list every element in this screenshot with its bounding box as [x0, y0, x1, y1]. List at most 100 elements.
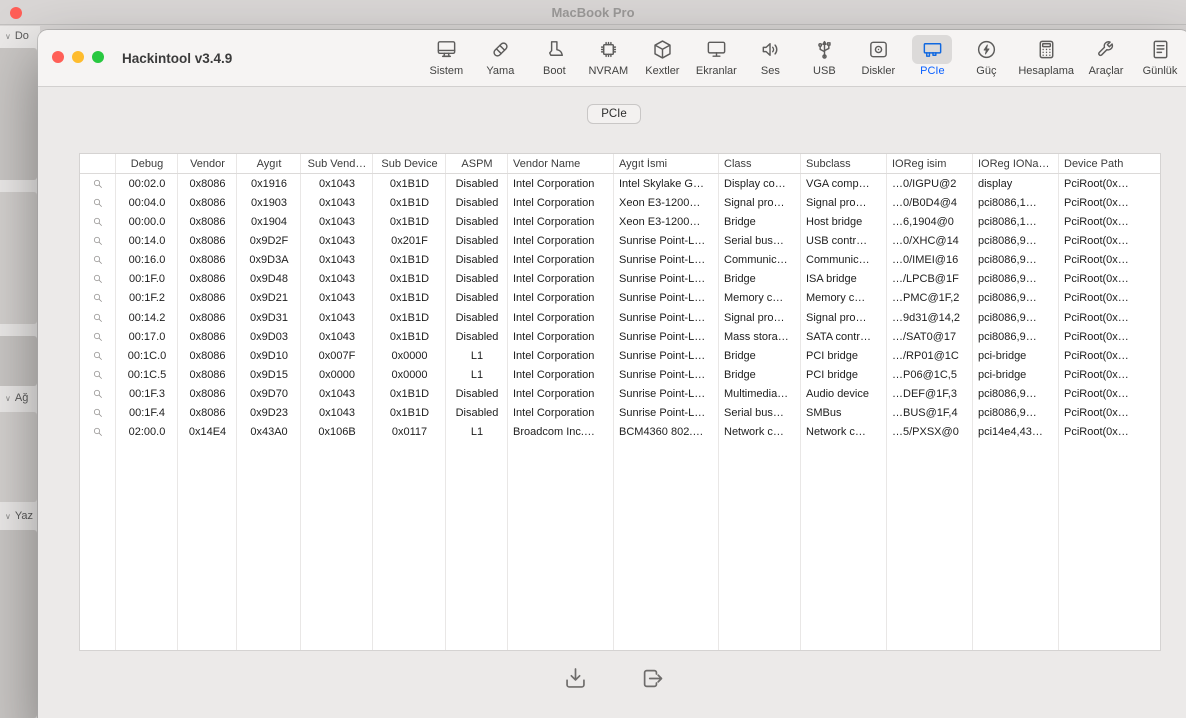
table-row[interactable]: 00:1F.40x80860x9D230x10430x1B1DDisabledI…	[80, 404, 1160, 423]
cell-vendor: 0x8086	[178, 407, 237, 419]
row-inspect-button[interactable]	[80, 216, 116, 228]
table-row[interactable]: 00:1F.00x80860x9D480x10430x1B1DDisabledI…	[80, 270, 1160, 289]
row-inspect-button[interactable]	[80, 312, 116, 324]
cell-vendor-name: Intel Corporation	[508, 388, 614, 400]
toolbar-item-diskler[interactable]: Diskler	[854, 35, 902, 77]
table-row[interactable]: 02:00.00x14E40x43A00x106B0x0117L1Broadco…	[80, 423, 1160, 442]
kexts-icon	[642, 35, 682, 64]
toolbar-item-boot[interactable]: Boot	[530, 35, 578, 77]
row-inspect-button[interactable]	[80, 235, 116, 247]
table-row[interactable]: 00:16.00x80860x9D3A0x10430x1B1DDisabledI…	[80, 251, 1160, 270]
toolbar-item-nvram[interactable]: NVRAM	[584, 35, 632, 77]
toolbar-item-usb[interactable]: USB	[800, 35, 848, 77]
column-header-vendor[interactable]: Vendor	[178, 158, 237, 170]
cell-vendor: 0x8086	[178, 235, 237, 247]
cell-sub-vend: 0x1043	[301, 178, 373, 190]
cell-aspm: Disabled	[446, 216, 508, 228]
export-button[interactable]	[639, 665, 666, 692]
column-header-subclass[interactable]: Subclass	[801, 158, 887, 170]
close-button[interactable]	[52, 51, 64, 63]
table-row[interactable]: 00:1C.50x80860x9D150x00000x0000L1Intel C…	[80, 365, 1160, 384]
row-inspect-button[interactable]	[80, 292, 116, 304]
toolbar-item-ekranlar[interactable]: Ekranlar	[692, 35, 740, 77]
background-close-button[interactable]	[10, 7, 22, 19]
table-row[interactable]: 00:14.00x80860x9D2F0x10430x201FDisabledI…	[80, 231, 1160, 250]
titlebar: Hackintool v3.4.9 SistemYamaBootNVRAMKex…	[38, 30, 1186, 87]
row-inspect-button[interactable]	[80, 407, 116, 419]
download-button[interactable]	[562, 665, 589, 692]
row-inspect-button[interactable]	[80, 350, 116, 362]
cell-vendor: 0x8086	[178, 254, 237, 266]
disclosure-chevron-icon: ∨	[5, 512, 11, 521]
cell-sub-device: 0x0117	[373, 426, 446, 438]
cell-subclass: SATA contr…	[801, 331, 887, 343]
thumbnail[interactable]	[0, 530, 37, 718]
table-row[interactable]: 00:17.00x80860x9D030x10430x1B1DDisabledI…	[80, 327, 1160, 346]
table-row[interactable]: 00:02.00x80860x19160x10430x1B1DDisabledI…	[80, 174, 1160, 193]
column-header-sub-device[interactable]: Sub Device	[373, 158, 446, 170]
cell-sub-device: 0x1B1D	[373, 273, 446, 285]
toolbar-item-label: Hesaplama	[1018, 65, 1074, 77]
sidebar-section[interactable]: ∨ Yaz	[5, 510, 33, 522]
row-inspect-button[interactable]	[80, 426, 116, 438]
toolbar-item-gunluk[interactable]: Günlük	[1136, 35, 1184, 77]
toolbar-item-ses[interactable]: Ses	[746, 35, 794, 77]
cell-aspm: Disabled	[446, 292, 508, 304]
toolbar-item-guc[interactable]: Güç	[962, 35, 1010, 77]
table-row[interactable]: 00:14.20x80860x9D310x10430x1B1DDisabledI…	[80, 308, 1160, 327]
thumbnail[interactable]	[0, 336, 37, 386]
cell-subclass: Audio device	[801, 388, 887, 400]
cell-ioreg-iona: pci8086,1…	[973, 197, 1059, 209]
toolbar-item-pcie[interactable]: PCIe	[908, 35, 956, 77]
cell-aspm: Disabled	[446, 388, 508, 400]
table-row[interactable]: 00:1F.30x80860x9D700x10430x1B1DDisabledI…	[80, 385, 1160, 404]
row-inspect-button[interactable]	[80, 178, 116, 190]
row-inspect-button[interactable]	[80, 388, 116, 400]
cell-subclass: PCI bridge	[801, 350, 887, 362]
column-header-ayg-t[interactable]: Aygıt	[237, 158, 301, 170]
table-row[interactable]: 00:1C.00x80860x9D100x007F0x0000L1Intel C…	[80, 346, 1160, 365]
column-header-aspm[interactable]: ASPM	[446, 158, 508, 170]
zoom-button[interactable]	[92, 51, 104, 63]
thumbnail[interactable]	[0, 412, 37, 502]
cell-debug: 00:1F.3	[116, 388, 178, 400]
cell-vendor-name: Intel Corporation	[508, 312, 614, 324]
traffic-lights	[52, 51, 104, 63]
minimize-button[interactable]	[72, 51, 84, 63]
background-window-title: MacBook Pro	[551, 5, 634, 20]
table-row[interactable]: 00:1F.20x80860x9D210x10430x1B1DDisabledI…	[80, 289, 1160, 308]
cell-vendor-name: Intel Corporation	[508, 292, 614, 304]
column-header-device-path[interactable]: Device Path	[1059, 158, 1160, 170]
cell-debug: 00:1C.0	[116, 350, 178, 362]
table-row[interactable]: 00:00.00x80860x19040x10430x1B1DDisabledI…	[80, 212, 1160, 231]
row-inspect-button[interactable]	[80, 254, 116, 266]
cell-device-path: PciRoot(0x…	[1059, 388, 1160, 400]
toolbar-item-yama[interactable]: Yama	[476, 35, 524, 77]
tab-pcie[interactable]: PCIe	[587, 104, 641, 124]
toolbar-item-sistem[interactable]: Sistem	[422, 35, 470, 77]
column-header-ioreg-isim[interactable]: IOReg isim	[887, 158, 973, 170]
cell-ioreg-isim: …BUS@1F,4	[887, 407, 973, 419]
toolbar-item-label: Araçlar	[1089, 65, 1124, 77]
column-header-sub-vend[interactable]: Sub Vend…	[301, 158, 373, 170]
row-inspect-button[interactable]	[80, 197, 116, 209]
toolbar-item-label: Ses	[761, 65, 780, 77]
cell-ioreg-isim: …5/PXSX@0	[887, 426, 973, 438]
toolbar-item-kextler[interactable]: Kextler	[638, 35, 686, 77]
toolbar-item-araclar[interactable]: Araçlar	[1082, 35, 1130, 77]
column-header-ioreg-iona[interactable]: IOReg IONa…	[973, 158, 1059, 170]
column-header-class[interactable]: Class	[719, 158, 801, 170]
row-inspect-button[interactable]	[80, 331, 116, 343]
row-inspect-button[interactable]	[80, 273, 116, 285]
sidebar-section[interactable]: ∨ Ağ	[5, 392, 28, 404]
column-header-ayg-t-ismi[interactable]: Aygıt İsmi	[614, 158, 719, 170]
sidebar-section[interactable]: ∨ Do	[5, 30, 29, 42]
row-inspect-button[interactable]	[80, 369, 116, 381]
thumbnail[interactable]	[0, 48, 37, 180]
toolbar-item-hesaplama[interactable]: Hesaplama	[1016, 35, 1076, 77]
column-header-debug[interactable]: Debug	[116, 158, 178, 170]
cell-debug: 00:17.0	[116, 331, 178, 343]
column-header-vendor-name[interactable]: Vendor Name	[508, 158, 614, 170]
thumbnail[interactable]	[0, 192, 37, 324]
table-row[interactable]: 00:04.00x80860x19030x10430x1B1DDisabledI…	[80, 193, 1160, 212]
